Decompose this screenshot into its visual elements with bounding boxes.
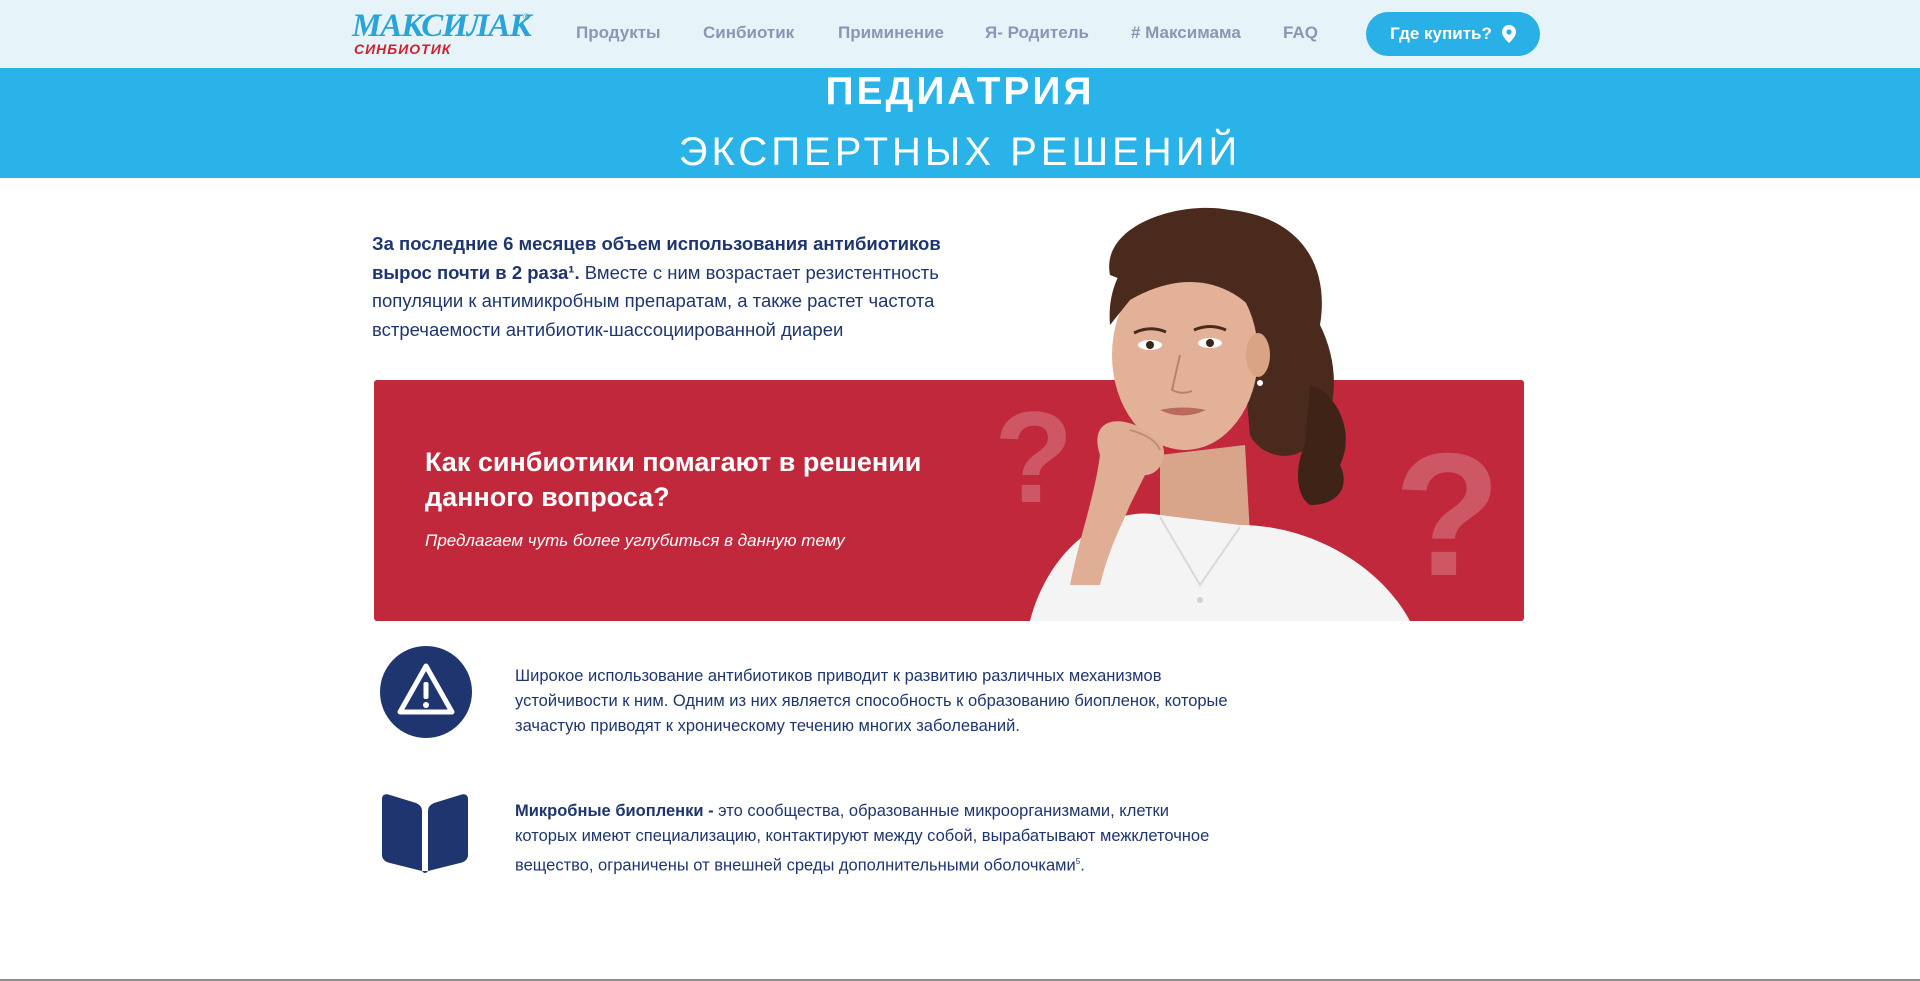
nav-item-products[interactable]: Продукты: [576, 22, 661, 44]
nav-item-faq[interactable]: FAQ: [1283, 22, 1318, 44]
nav-item-maximama[interactable]: # Максимама: [1131, 22, 1241, 44]
intro-paragraph: За последние 6 месяцев объем использован…: [372, 230, 972, 344]
intro-bold-1: За последние: [372, 233, 504, 254]
intro-bold-num-1: 6: [503, 233, 514, 254]
nav-item-parent[interactable]: Я- Родитель: [985, 22, 1089, 44]
site-header: МАКСИЛАК ® СИНБИОТИК Продукты Синбиотик …: [0, 0, 1920, 68]
info-biofilm-definition: Микробные биопленки - это сообщества, об…: [515, 799, 1235, 879]
nav-item-synbiotic[interactable]: Синбиотик: [703, 22, 794, 44]
main-nav: Продукты Синбиотик Приминение Я- Родител…: [0, 22, 1920, 46]
intro-bold-num-2: 2: [511, 261, 523, 283]
map-pin-icon: [1501, 25, 1516, 43]
thinking-woman-photo: [1030, 207, 1410, 621]
intro-bold-3: раза¹.: [522, 261, 580, 283]
where-to-buy-label: Где купить?: [1390, 24, 1492, 43]
hero-banner: ПЕДИАТРИЯ ЭКСПЕРТНЫХ РЕШЕНИЙ: [0, 68, 1920, 178]
banner-title: ПЕДИАТРИЯ: [825, 70, 1095, 113]
nav-item-application[interactable]: Приминение: [838, 22, 944, 44]
where-to-buy-button[interactable]: Где купить?: [1366, 12, 1540, 56]
book-icon: [382, 794, 468, 873]
card-title: Как синбиотики помагают в решении данног…: [425, 447, 922, 512]
biofilm-period: .: [1080, 856, 1085, 875]
card-subtitle: Предлагаем чуть более углубиться в данну…: [425, 531, 845, 550]
warning-icon: [380, 646, 472, 738]
biofilm-term: Микробные биопленки -: [515, 802, 719, 820]
info-antibiotic-resistance-text: Широкое использование антибиотиков приво…: [515, 667, 1228, 735]
logo-registered-mark: ®: [523, 12, 530, 22]
banner-subtitle: ЭКСПЕРТНЫХ РЕШЕНИЙ: [678, 130, 1242, 174]
